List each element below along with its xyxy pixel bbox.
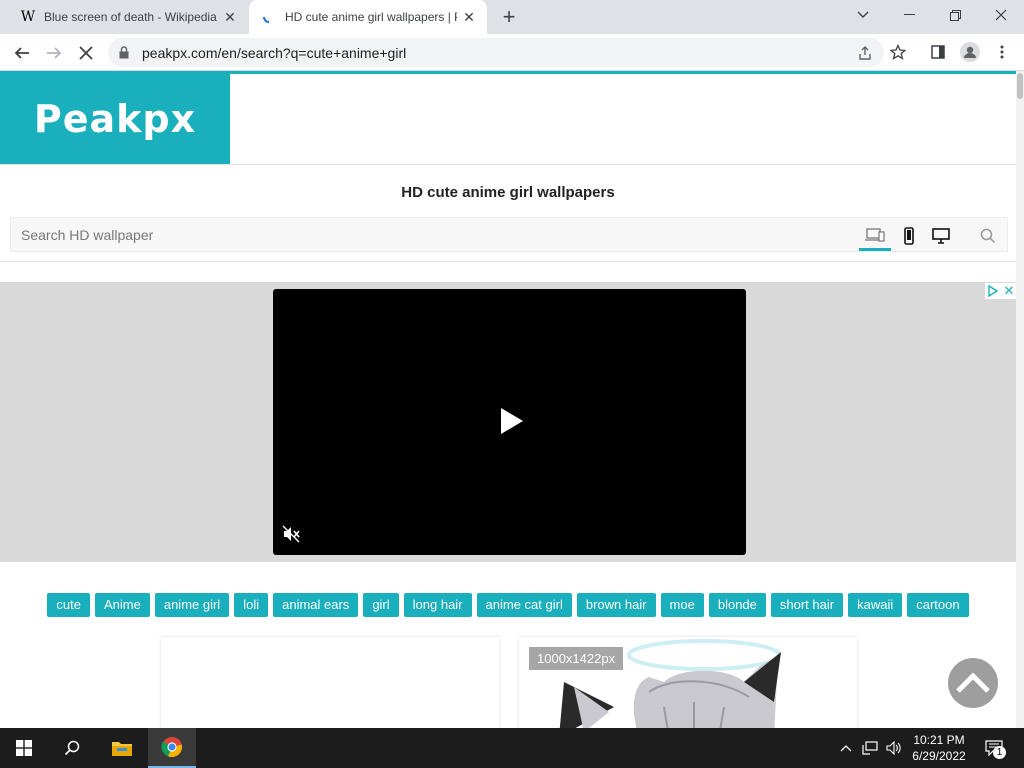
tag-animal-ears[interactable]: animal ears [273, 593, 359, 617]
resolution-badge: 1000x1422px [529, 647, 624, 670]
wallpaper-search-bar [10, 217, 1008, 252]
tab-strip: W Blue screen of death - Wikipedia ✕ HD … [0, 0, 1024, 34]
restore-icon[interactable] [932, 0, 978, 30]
scroll-to-top-button[interactable] [948, 658, 998, 708]
address-bar[interactable]: peakpx.com/en/search?q=cute+anime+girl [108, 38, 884, 67]
scrollbar-thumb[interactable] [1017, 73, 1023, 99]
windows-taskbar: 10:21 PM 6/29/2022 1 [0, 728, 1024, 768]
profile-avatar-icon[interactable] [960, 42, 980, 62]
tag-brown-hair[interactable]: brown hair [576, 593, 656, 617]
clock-date: 6/29/2022 [912, 749, 966, 763]
tag-cartoon[interactable]: cartoon [907, 593, 969, 617]
web-page: Peakpx HD cute anime girl wallpapers ✕ c… [0, 71, 1016, 728]
side-panel-icon[interactable] [928, 42, 948, 62]
adchoices-icon[interactable] [985, 283, 1001, 299]
tag-list: cute Anime anime girl loli animal ears g… [0, 593, 1016, 617]
desktop-icon[interactable] [925, 221, 957, 251]
tab-title: Blue screen of death - Wikipedia [44, 10, 217, 24]
clock-time: 10:21 PM [913, 733, 965, 747]
notification-count: 1 [993, 746, 1006, 759]
tag-kawaii[interactable]: kawaii [848, 593, 903, 617]
tag-anime-girl[interactable]: anime girl [154, 593, 230, 617]
close-window-icon[interactable] [978, 0, 1024, 30]
minimize-icon[interactable] [886, 0, 932, 30]
chevron-up-icon [956, 673, 990, 693]
tag-long-hair[interactable]: long hair [403, 593, 472, 617]
tag-anime[interactable]: Anime [94, 593, 150, 617]
chrome-icon[interactable] [148, 728, 196, 768]
search-icon[interactable] [972, 221, 1004, 251]
tab-peakpx[interactable]: HD cute anime girl wallpapers | P ✕ [249, 0, 487, 34]
tag-moe[interactable]: moe [660, 593, 704, 617]
stop-loading-icon[interactable] [73, 40, 99, 66]
play-icon[interactable] [500, 407, 524, 435]
kebab-menu-icon[interactable] [992, 42, 1012, 62]
search-icon[interactable] [48, 728, 96, 768]
phone-icon[interactable] [893, 221, 925, 251]
page-title: HD cute anime girl wallpapers [401, 184, 615, 201]
tray-chevron-up-icon[interactable] [836, 738, 856, 758]
page-scrollbar[interactable] [1016, 71, 1024, 728]
forward-icon[interactable] [41, 40, 67, 66]
wikipedia-favicon-icon: W [20, 9, 36, 25]
tag-short-hair[interactable]: short hair [770, 593, 844, 617]
close-tab-icon[interactable]: ✕ [461, 9, 477, 25]
browser-toolbar: peakpx.com/en/search?q=cute+anime+girl [0, 34, 1024, 71]
tab-wikipedia[interactable]: W Blue screen of death - Wikipedia ✕ [8, 0, 248, 34]
file-explorer-icon[interactable] [98, 728, 146, 768]
bookmark-star-icon[interactable] [888, 42, 908, 62]
search-divider [0, 261, 1016, 262]
ad-container: ✕ [0, 282, 1016, 562]
tab-title: HD cute anime girl wallpapers | P [285, 10, 457, 24]
header-divider [0, 164, 1016, 165]
share-icon[interactable] [856, 44, 874, 62]
tag-anime-cat-girl[interactable]: anime cat girl [476, 593, 572, 617]
wallpaper-card[interactable]: 1000x1422px [519, 637, 857, 728]
video-ad-player[interactable] [273, 289, 746, 555]
mute-icon[interactable] [282, 525, 300, 543]
tag-cute[interactable]: cute [47, 593, 90, 617]
new-tab-button[interactable]: + [497, 6, 521, 28]
tag-blonde[interactable]: blonde [708, 593, 766, 617]
notifications-icon[interactable]: 1 [982, 738, 1006, 759]
tab-search-chevron-icon[interactable] [840, 0, 886, 30]
lock-icon[interactable] [119, 46, 129, 64]
windows-start-icon[interactable] [0, 728, 48, 768]
system-clock[interactable]: 10:21 PM 6/29/2022 [905, 732, 973, 764]
wallpaper-card[interactable] [161, 637, 499, 728]
laptop-phone-icon[interactable] [859, 221, 891, 251]
loading-spinner-icon [261, 9, 277, 25]
ad-close-icon[interactable]: ✕ [1001, 283, 1016, 299]
url-text: peakpx.com/en/search?q=cute+anime+girl [142, 45, 407, 61]
volume-icon[interactable] [884, 738, 904, 758]
logo-text: Peakpx [33, 97, 197, 141]
tag-loli[interactable]: loli [234, 593, 269, 617]
search-input[interactable] [11, 218, 851, 251]
network-icon[interactable] [860, 738, 880, 758]
back-icon[interactable] [9, 40, 35, 66]
tag-girl[interactable]: girl [363, 593, 399, 617]
site-logo[interactable]: Peakpx [0, 74, 230, 164]
close-tab-icon[interactable]: ✕ [222, 9, 238, 25]
